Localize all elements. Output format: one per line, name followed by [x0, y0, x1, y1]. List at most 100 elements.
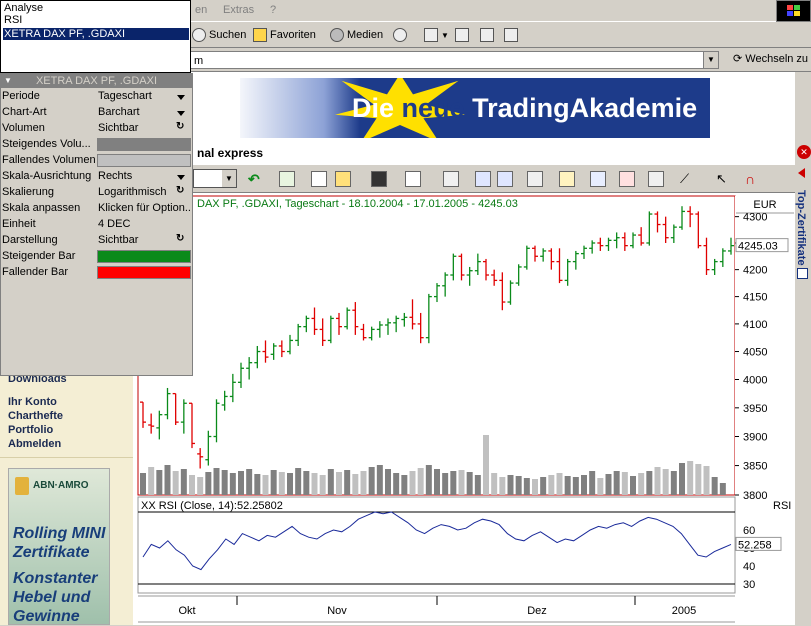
draw-icon[interactable]	[619, 171, 635, 187]
chart-type-icon[interactable]	[527, 171, 543, 187]
go-button[interactable]: ⟳ Wechseln zu	[733, 52, 808, 65]
banner-ad[interactable]: Die neue TradingAkademie	[240, 78, 710, 138]
toggle-icon[interactable]: ↻	[176, 121, 184, 132]
new-icon[interactable]	[311, 171, 327, 187]
menu-view-partial[interactable]: en	[195, 4, 207, 16]
ad-line-3: Konstanter	[13, 570, 98, 587]
sidebar-tab-topzertifikate[interactable]: Top-Zertifikate	[795, 162, 811, 625]
magnet-icon[interactable]: ∩	[745, 171, 761, 187]
link-portfolio[interactable]: Portfolio	[8, 424, 53, 436]
property-value[interactable]: 4 DEC	[98, 218, 191, 230]
volume-bar	[515, 476, 522, 495]
volume-bar	[458, 470, 465, 495]
abn-amro-logo-icon	[15, 477, 29, 495]
property-label: Steigendes Volu...	[2, 138, 91, 150]
cursor-icon[interactable]: ↖	[716, 171, 732, 187]
collapse-icon[interactable]: ▼	[4, 74, 12, 88]
list-item-rsi[interactable]: RSI	[3, 14, 189, 26]
menu-help[interactable]: ?	[270, 4, 276, 16]
volume-bar	[719, 483, 726, 495]
volume-bar	[368, 467, 375, 495]
x-axis-label: Nov	[327, 605, 347, 617]
copy-icon[interactable]	[405, 171, 421, 187]
windows-logo-icon	[776, 0, 811, 22]
volume-bar	[646, 471, 653, 495]
property-value[interactable]: Klicken für Option...	[98, 202, 191, 214]
volume-bar	[221, 470, 228, 495]
volume-bar	[172, 471, 179, 495]
volume-bar	[654, 467, 661, 495]
forward-icon[interactable]	[497, 171, 513, 187]
volume-bar	[303, 471, 310, 495]
property-label: Einheit	[2, 218, 36, 230]
print-chart-icon[interactable]	[443, 171, 459, 187]
chevron-down-icon[interactable]	[177, 95, 185, 100]
close-icon[interactable]: ✕	[797, 145, 811, 159]
favorites-button[interactable]: Favoriten	[253, 26, 316, 44]
chart-area[interactable]: EUR DAX PF, .GDAXI, Tageschart - 18.10.20…	[137, 193, 795, 625]
volume-bar	[679, 463, 685, 495]
volume-bar	[540, 477, 547, 495]
volume-bar	[352, 474, 359, 495]
property-color-swatch[interactable]	[97, 154, 191, 167]
volume-bar	[597, 478, 604, 495]
mail-button[interactable]: ▼	[424, 26, 449, 44]
ad-line-4: Hebel und	[13, 589, 91, 606]
line-tool-icon[interactable]: ⟋	[680, 171, 696, 187]
property-label: Skalierung	[2, 186, 54, 198]
property-color-swatch[interactable]	[97, 138, 191, 151]
menu-extras[interactable]: Extras	[223, 4, 254, 16]
history-button[interactable]	[393, 26, 407, 44]
price-tick-label: 3800	[743, 490, 767, 502]
link-logout[interactable]: Abmelden	[8, 438, 61, 450]
back-icon[interactable]	[475, 171, 491, 187]
link-account[interactable]: Ihr Konto	[8, 396, 57, 408]
volume-bar	[499, 477, 506, 495]
chevron-down-icon[interactable]	[177, 175, 185, 180]
banner-rest: TradingAkademie	[472, 93, 698, 123]
rsi-tick-label: 40	[743, 561, 755, 573]
chart-object-list[interactable]: Analyse RSI XETRA DAX PF, .GDAXI	[0, 0, 191, 73]
price-tick-label: 4000	[743, 375, 767, 387]
volume-bar	[711, 477, 718, 495]
study-icon[interactable]	[590, 171, 606, 187]
search-button[interactable]: Suchen	[192, 26, 246, 44]
link-charthefte[interactable]: Charthefte	[8, 410, 63, 422]
open-icon[interactable]	[335, 171, 351, 187]
list-item-analyse[interactable]: Analyse	[3, 2, 189, 14]
volume-bar	[450, 471, 457, 495]
chevron-down-icon: ▼	[222, 170, 236, 187]
rsi-axis-title: RSI	[773, 500, 791, 512]
volume-bar	[613, 471, 620, 495]
refresh-icon[interactable]	[279, 171, 295, 187]
toggle-icon[interactable]: ↻	[176, 233, 184, 244]
media-button[interactable]: Medien	[330, 26, 383, 44]
toggle-icon[interactable]: ↻	[176, 185, 184, 196]
chart-symbol-combo[interactable]: ▼	[193, 169, 237, 188]
volume-bar	[164, 465, 171, 495]
abn-amro-ad[interactable]: ABN·AMRO Rolling MINI Zertifikate Konsta…	[8, 468, 110, 625]
address-dropdown-button[interactable]: ▼	[703, 51, 719, 69]
volume-bar	[401, 475, 408, 495]
property-label: Steigender Bar	[2, 250, 76, 262]
properties-icon[interactable]	[648, 171, 664, 187]
volume-bar	[695, 464, 702, 495]
price-tick-label: 4050	[743, 347, 767, 359]
volume-bar	[589, 471, 596, 495]
info-icon	[797, 268, 808, 279]
chevron-down-icon: ▼	[441, 30, 449, 40]
property-color-swatch[interactable]	[97, 266, 191, 279]
list-item-dax[interactable]: XETRA DAX PF, .GDAXI	[3, 28, 189, 40]
property-color-swatch[interactable]	[97, 250, 191, 263]
undo-icon[interactable]: ↶	[248, 171, 264, 187]
price-tick-label: 3900	[743, 432, 767, 444]
volume-bar	[148, 467, 155, 495]
edit-button[interactable]	[480, 26, 494, 44]
chevron-down-icon[interactable]	[177, 111, 185, 116]
save-icon[interactable]	[371, 171, 387, 187]
print-button[interactable]	[455, 26, 469, 44]
last-price-label: 4245.03	[738, 241, 778, 253]
property-label: Chart-Art	[2, 106, 47, 118]
discuss-button[interactable]	[504, 26, 518, 44]
indicator-icon[interactable]	[559, 171, 575, 187]
